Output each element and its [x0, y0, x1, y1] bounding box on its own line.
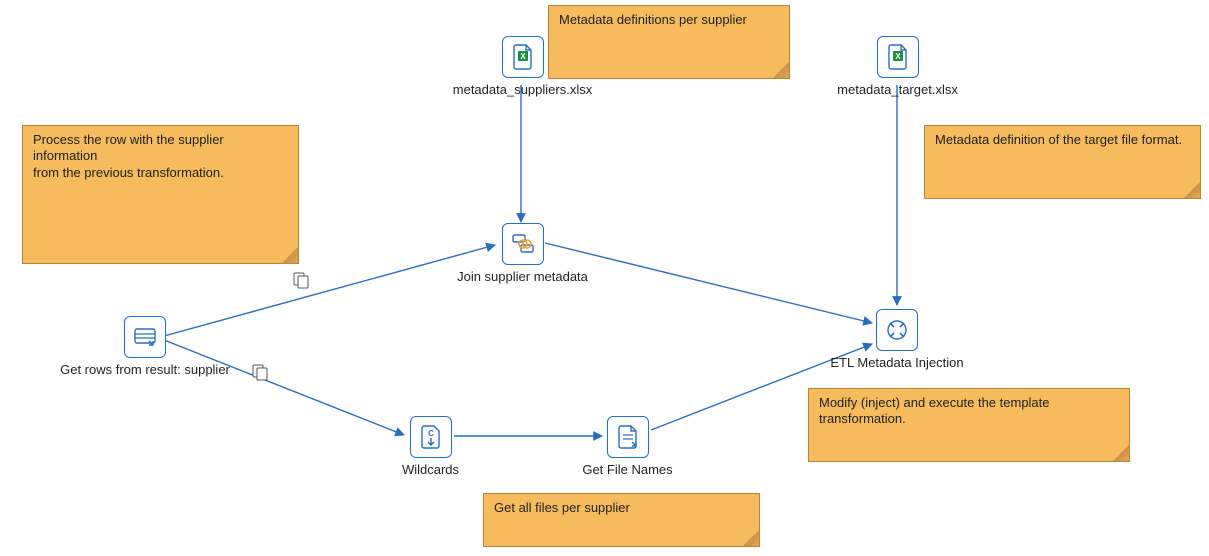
step-label: Get rows from result: supplier	[45, 362, 245, 377]
svg-text:C: C	[428, 429, 434, 438]
step-label: Get File Names	[575, 462, 680, 477]
note-text: Metadata definitions per supplier	[559, 12, 747, 27]
rows-from-result-icon	[124, 316, 166, 358]
excel-file-icon: X	[502, 36, 544, 78]
note-modify-inject[interactable]: Modify (inject) and execute the template…	[808, 388, 1130, 462]
step-get-rows-from-result[interactable]: Get rows from result: supplier	[45, 316, 245, 377]
note-get-all-files[interactable]: Get all files per supplier	[483, 493, 760, 547]
step-get-file-names[interactable]: Get File Names	[575, 416, 680, 477]
step-add-constants[interactable]: C Wildcards	[393, 416, 468, 477]
note-metadata-per-supplier[interactable]: Metadata definitions per supplier	[548, 5, 790, 79]
step-label: metadata_target.xlsx	[825, 82, 970, 97]
get-file-names-icon	[607, 416, 649, 458]
svg-text:X: X	[895, 52, 901, 61]
note-target-file-format[interactable]: Metadata definition of the target file f…	[924, 125, 1201, 199]
step-label: Wildcards	[393, 462, 468, 477]
step-etl-metadata-injection[interactable]: ETL Metadata Injection	[817, 309, 977, 370]
note-text: Modify (inject) and execute the template…	[819, 395, 1050, 426]
step-label: metadata_suppliers.xlsx	[440, 82, 605, 97]
step-label: ETL Metadata Injection	[817, 355, 977, 370]
svg-text:X: X	[520, 52, 526, 61]
note-text: Process the row with the supplier inform…	[33, 132, 224, 180]
constants-icon: C	[410, 416, 452, 458]
step-merge-join[interactable]: Join supplier metadata	[445, 223, 600, 284]
excel-file-icon: X	[877, 36, 919, 78]
note-text: Get all files per supplier	[494, 500, 630, 515]
note-text: Metadata definition of the target file f…	[935, 132, 1182, 147]
step-excel-input-target[interactable]: X metadata_target.xlsx	[825, 36, 970, 97]
metadata-injection-icon	[876, 309, 918, 351]
step-label: Join supplier metadata	[445, 269, 600, 284]
merge-join-icon	[502, 223, 544, 265]
distribute-copy-icon	[293, 272, 311, 290]
note-process-row[interactable]: Process the row with the supplier inform…	[22, 125, 299, 264]
distribute-copy-icon	[252, 364, 270, 382]
